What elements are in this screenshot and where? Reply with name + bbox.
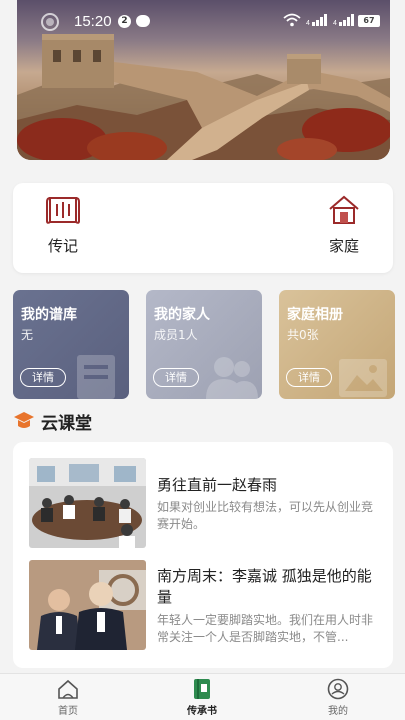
course-item[interactable]: 南方周末：李嘉诚 孤独是他的能量 年轻人一定要脚踏实地。我们在用人时非常关注一个… xyxy=(29,560,381,652)
card-my-family[interactable]: 我的家人 成员1人 详情 xyxy=(146,290,262,399)
section-title: 云课堂 xyxy=(41,414,92,434)
book-icon xyxy=(194,679,210,699)
tab-inheritance-book[interactable]: 传承书 xyxy=(172,678,232,717)
details-button[interactable]: 详情 xyxy=(286,368,332,387)
profile-icon xyxy=(327,678,349,700)
course-thumbnail xyxy=(29,560,146,650)
record-icon xyxy=(41,13,59,31)
card-family-album[interactable]: 家庭相册 共0张 详情 xyxy=(279,290,395,399)
card-title: 家庭相册 xyxy=(287,307,343,323)
photo-icon xyxy=(339,359,387,397)
quick-link-label: 家庭 xyxy=(328,237,359,255)
battery-indicator: 67 xyxy=(358,15,380,27)
card-subtitle: 共0张 xyxy=(287,328,319,342)
quick-link-biography[interactable]: 传记 xyxy=(28,193,98,256)
scroll-book-icon xyxy=(46,197,80,224)
course-description: 如果对创业比较有想法，可以先从创业竞赛开始。 xyxy=(157,500,374,531)
course-title: 勇往直前一赵春雨 xyxy=(157,476,278,494)
tab-label: 我的 xyxy=(328,706,348,717)
card-subtitle: 成员1人 xyxy=(154,328,198,342)
home-icon xyxy=(58,679,78,699)
course-title: 南方周末：李嘉诚 孤独是他的能量 xyxy=(157,567,372,606)
house-icon xyxy=(329,195,359,224)
details-button[interactable]: 详情 xyxy=(153,368,199,387)
course-list: 勇往直前一赵春雨 如果对创业比较有想法，可以先从创业竞赛开始。 南方周末：李嘉诚… xyxy=(13,442,393,668)
banner-image[interactable]: 15:20 2 4 4 67 xyxy=(17,0,390,160)
quick-links-card: 传记 家庭 xyxy=(13,183,393,273)
tab-home[interactable]: 首页 xyxy=(38,678,98,717)
graduation-cap-icon xyxy=(14,412,34,428)
quick-link-family[interactable]: 家庭 xyxy=(309,193,379,256)
card-my-genealogy[interactable]: 我的谱库 无 详情 xyxy=(13,290,129,399)
svg-text:4: 4 xyxy=(306,20,310,26)
status-time: 15:20 xyxy=(74,13,112,30)
message-icon xyxy=(136,15,150,27)
card-subtitle: 无 xyxy=(21,328,34,342)
document-icon xyxy=(77,355,115,399)
course-thumbnail xyxy=(29,458,146,548)
svg-text:4: 4 xyxy=(333,20,337,26)
signal-icon-2: 4 xyxy=(333,14,354,26)
tab-label: 传承书 xyxy=(187,706,217,717)
card-title: 我的家人 xyxy=(154,307,210,323)
status-bar: 15:20 2 4 4 67 xyxy=(17,0,390,42)
course-item[interactable]: 勇往直前一赵春雨 如果对创业比较有想法，可以先从创业竞赛开始。 xyxy=(29,458,381,550)
details-button[interactable]: 详情 xyxy=(20,368,66,387)
tab-profile[interactable]: 我的 xyxy=(308,678,368,717)
course-description: 年轻人一定要脚踏实地。我们在用人时非常关注一个人是否脚踏实地，不管... xyxy=(157,613,374,644)
wifi-icon xyxy=(283,13,301,27)
tab-label: 首页 xyxy=(58,706,78,717)
notification-count-badge: 2 xyxy=(118,15,131,28)
bottom-tab-bar: 首页 传承书 我的 xyxy=(0,673,405,720)
signal-icon: 4 xyxy=(306,14,327,26)
card-title: 我的谱库 xyxy=(21,307,77,323)
quick-link-label: 传记 xyxy=(47,237,78,255)
people-icon xyxy=(206,357,258,399)
